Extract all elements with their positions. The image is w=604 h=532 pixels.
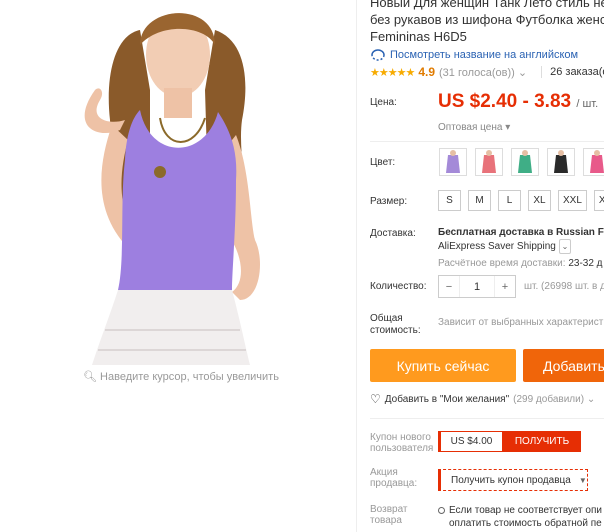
shipping-method: AliExpress Saver Shipping	[438, 241, 556, 252]
returns-label-line-1: Возврат	[370, 504, 408, 515]
shipping-line-1: Бесплатная доставка в Russian Fe	[438, 227, 604, 238]
shipping-label: Доставка:	[370, 228, 416, 239]
coupon-label-line-1: Купон нового	[370, 432, 431, 443]
star-rating-icon: ★★★★★	[370, 66, 415, 79]
returns-info: Если товар не соответствует опи оплатить…	[438, 504, 604, 530]
quantity-minus-button[interactable]: −	[439, 281, 459, 293]
translate-link-text[interactable]: Посмотреть название на английском	[390, 49, 578, 61]
seller-coupon-text: Получить купон продавца	[451, 474, 571, 486]
title-line-3: Femininas H6D5	[370, 29, 467, 44]
quantity-input[interactable]: 1	[459, 276, 495, 297]
shipping-dropdown-icon[interactable]: ⌄	[558, 239, 572, 254]
caret-down-icon: ▼	[578, 475, 587, 485]
new-user-coupon: US $4.00 ПОЛУЧИТЬ	[438, 431, 581, 452]
color-swatch-black[interactable]	[547, 148, 575, 176]
zoom-hint-text: Наведите курсор, чтобы увеличить	[100, 371, 279, 383]
new-user-coupon-label: Купон нового пользователя	[370, 432, 433, 454]
product-image[interactable]	[0, 0, 350, 365]
delivery-time-value: 23-32 д	[568, 258, 603, 269]
delivery-time: Расчётное время доставки: 23-32 д	[438, 258, 603, 269]
size-option-s[interactable]: S	[438, 190, 461, 211]
product-photo-svg	[0, 0, 350, 365]
swatch-image	[590, 150, 604, 173]
size-option-xxl[interactable]: XXL	[558, 190, 587, 211]
quantity-label: Количество:	[370, 281, 427, 292]
seller-coupon-dropdown[interactable]: Получить купон продавца ▼	[438, 469, 588, 491]
total-label-line-1: Общая	[370, 313, 403, 324]
divider	[370, 141, 604, 142]
magnifier-icon: 🔍︎	[83, 371, 97, 383]
quantity-stock-info: шт. (26998 шт. в до	[524, 281, 604, 292]
translate-link[interactable]: Посмотреть название на английском	[370, 49, 578, 61]
size-options: S M L XL XXL XXXL	[438, 190, 604, 211]
swatch-image	[518, 150, 532, 173]
add-to-cart-button[interactable]: Добавить	[523, 349, 604, 382]
color-swatch-coral[interactable]	[475, 148, 503, 176]
votes-count[interactable]: (31 голоса(ов)) ⌄	[439, 66, 527, 79]
coupon-label-line-2: пользователя	[370, 443, 434, 454]
swatch-image	[446, 150, 460, 173]
returns-label: Возврат товара	[370, 504, 408, 526]
shipping-info: Бесплатная доставка в Russian Fe AliExpr…	[438, 226, 604, 254]
rating-row: ★★★★★ 4.9 (31 голоса(ов)) ⌄ 26 заказа(ов…	[370, 65, 604, 79]
quantity-plus-button[interactable]: +	[495, 281, 515, 293]
price-label: Цена:	[370, 97, 397, 108]
delivery-time-label: Расчётное время доставки:	[438, 258, 566, 269]
total-value: Зависит от выбранных характерист	[438, 317, 604, 328]
size-option-m[interactable]: M	[468, 190, 491, 211]
color-swatch-green[interactable]	[511, 148, 539, 176]
color-swatch-purple[interactable]	[439, 148, 467, 176]
size-option-xxxl[interactable]: XXXL	[593, 190, 604, 211]
price-range: US $2.40 - 3.83	[438, 91, 572, 112]
translate-icon	[371, 49, 385, 61]
returns-line-2: оплатить стоимость обратной пе	[449, 518, 602, 529]
zoom-hint: 🔍︎ Наведите курсор, чтобы увеличить	[83, 370, 279, 383]
orders-count: 26 заказа(ов)	[541, 66, 604, 78]
seller-promo-label: Акция продавца:	[370, 467, 417, 489]
price-unit: / шт.	[576, 98, 599, 110]
returns-label-line-2: товара	[370, 515, 402, 526]
promo-label-line-1: Акция	[370, 467, 398, 478]
wishlist-link[interactable]: ♡ Добавить в "Мои желания" (299 добавили…	[370, 392, 595, 406]
title-line-2: без рукавов из шифона Футболка женска	[370, 12, 604, 27]
product-title: Новый Для женщин Танк Лето стиль нес без…	[370, 0, 604, 45]
heart-icon: ♡	[370, 392, 381, 406]
wholesale-price-link[interactable]: Оптовая цена ▾	[438, 122, 510, 133]
total-label-line-2: стоимость:	[370, 325, 421, 336]
color-swatch-pink[interactable]	[583, 148, 604, 176]
get-coupon-button[interactable]: ПОЛУЧИТЬ	[503, 431, 581, 452]
wishlist-count: (299 добавили) ⌄	[513, 393, 596, 405]
color-swatches	[439, 148, 604, 176]
size-option-xl[interactable]: XL	[528, 190, 551, 211]
wishlist-text[interactable]: Добавить в "Мои желания"	[385, 394, 509, 405]
returns-line-1: Если товар не соответствует опи	[449, 505, 602, 516]
rating-value: 4.9	[418, 65, 435, 79]
coupon-value: US $4.00	[438, 431, 503, 452]
divider	[370, 418, 604, 419]
promo-label-line-2: продавца:	[370, 478, 418, 489]
size-option-l[interactable]: L	[498, 190, 521, 211]
title-line-1: Новый Для женщин Танк Лето стиль нес	[370, 0, 604, 10]
swatch-image	[482, 150, 496, 173]
size-label: Размер:	[370, 196, 408, 207]
total-label: Общая стоимость:	[370, 313, 421, 337]
price-value: US $2.40 - 3.83 / шт.	[438, 91, 598, 113]
column-divider	[356, 0, 357, 532]
quantity-stepper: − 1 +	[438, 275, 516, 298]
swatch-image	[554, 150, 568, 173]
buy-now-button[interactable]: Купить сейчас	[370, 349, 516, 382]
color-label: Цвет:	[370, 157, 396, 168]
bullet-icon	[438, 506, 445, 514]
